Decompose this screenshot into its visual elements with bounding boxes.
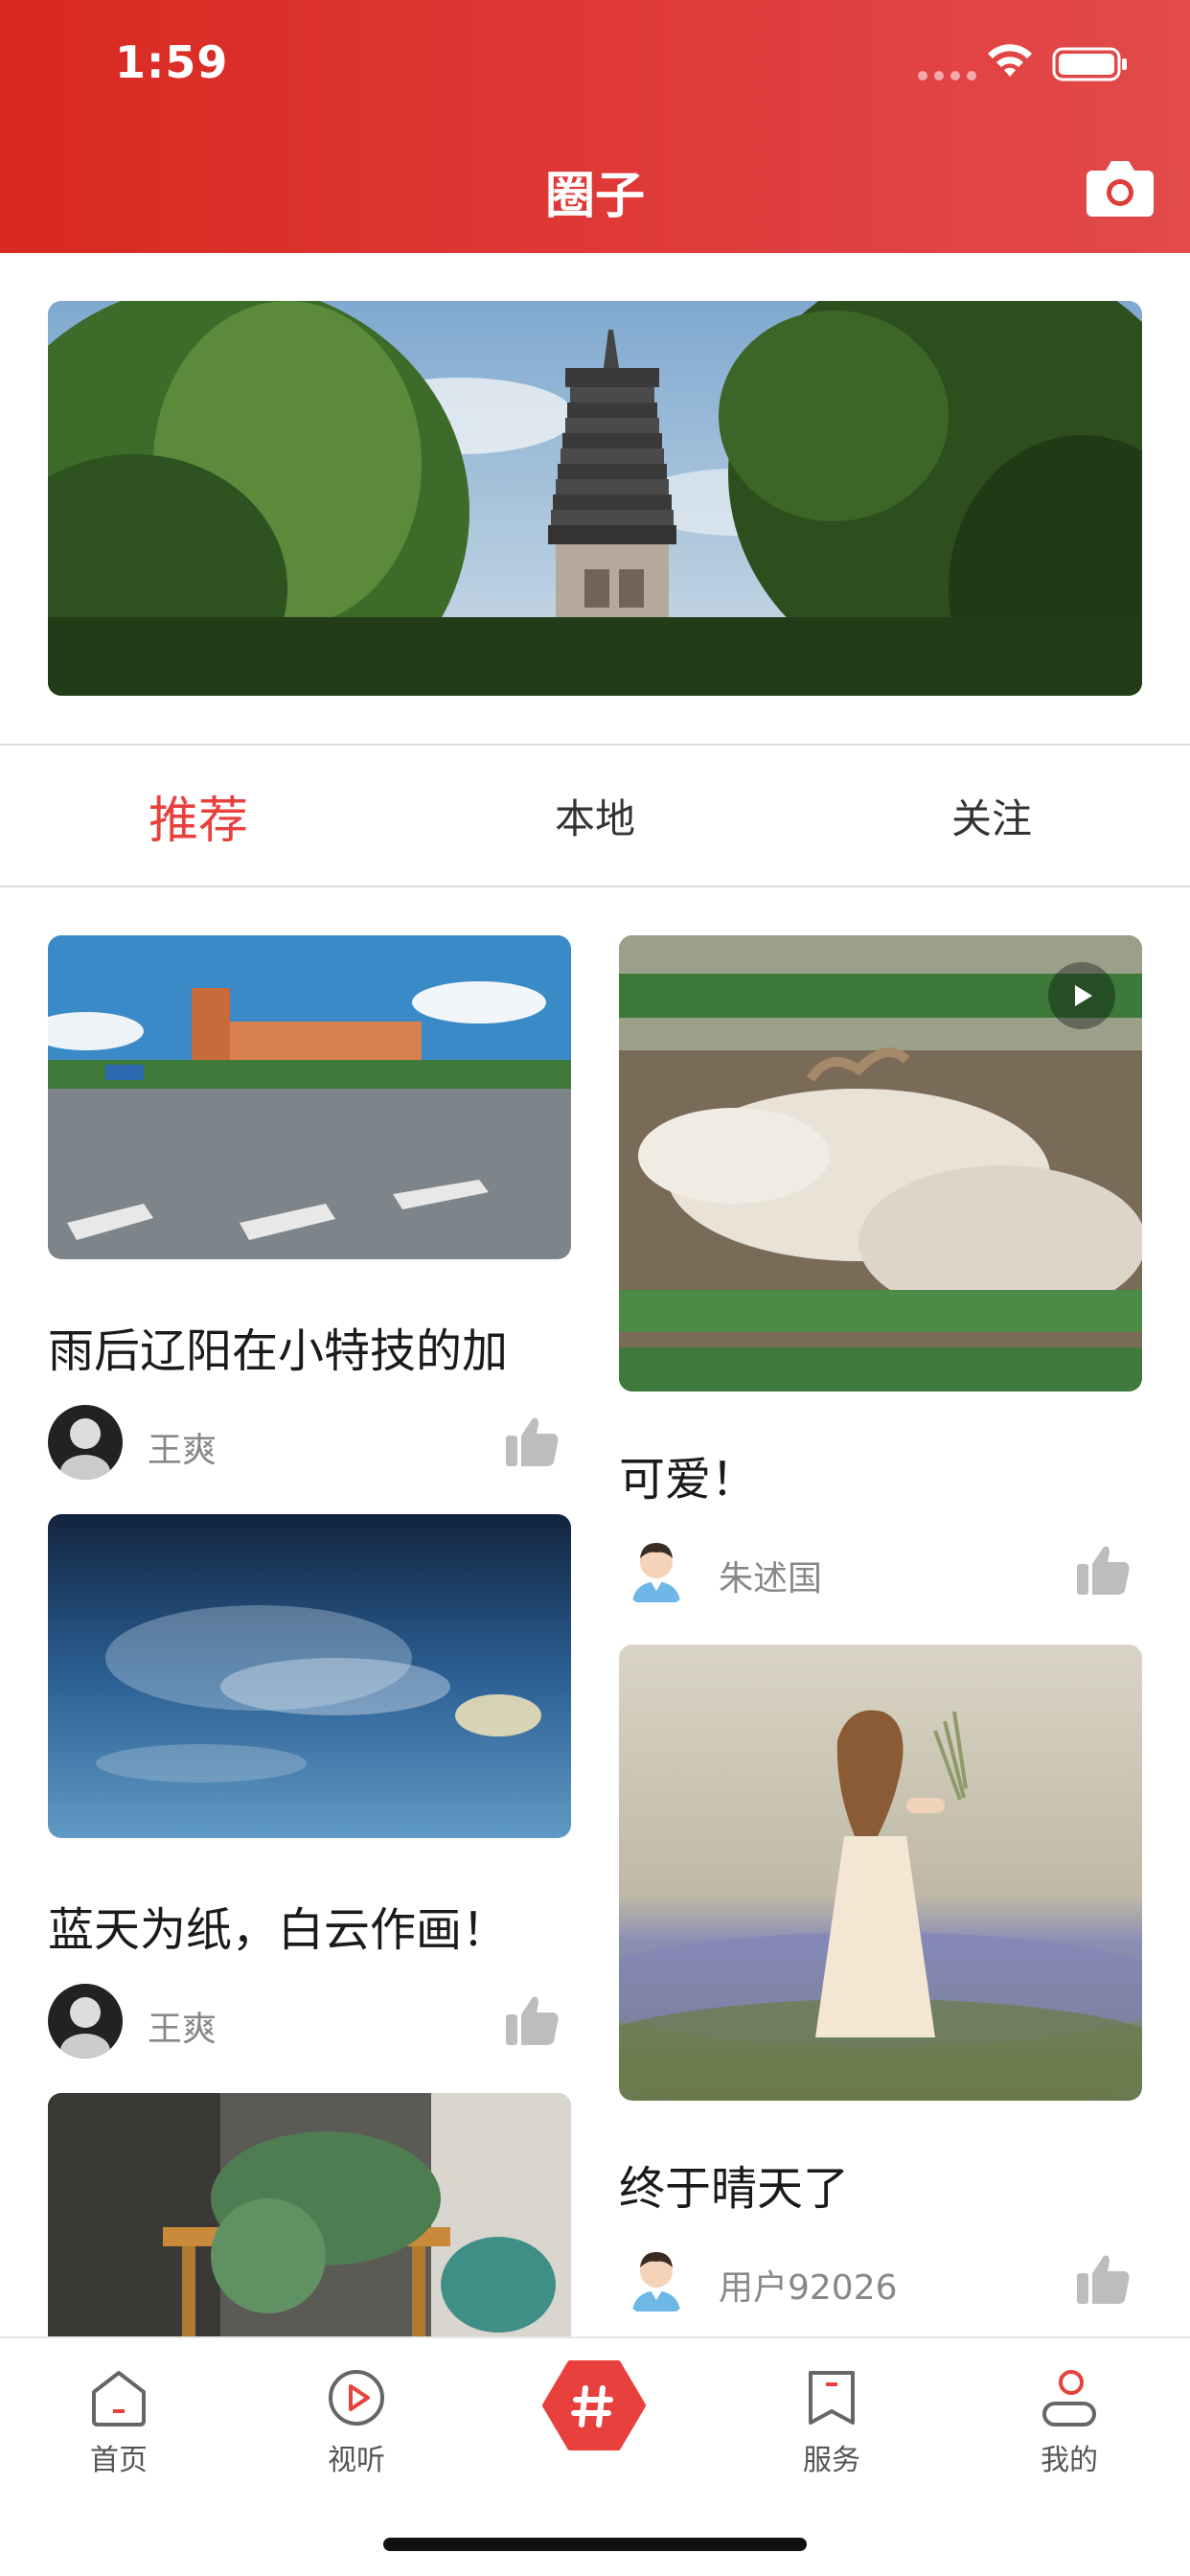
feed-card[interactable] [48,2093,571,2336]
post-image [619,1644,1142,2101]
feed-card[interactable]: 可爱！ 朱述国 [619,935,1142,1611]
post-title: 蓝天为纸，白云作画！ [48,1903,509,1957]
nav-profile[interactable]: 我的 [1002,2367,1136,2478]
app-header: 1:59 圈子 [0,0,1190,253]
post-image [48,2093,571,2336]
play-icon[interactable] [1048,962,1115,1029]
thumbs-up-icon[interactable] [504,1414,561,1468]
feed-card[interactable]: 雨后辽阳在小特技的加 王爽 [48,935,571,1482]
camera-icon[interactable] [1085,157,1156,218]
avatar[interactable] [619,2242,694,2317]
post-title: 可爱！ [619,1453,758,1506]
signal-icon [918,71,976,80]
nav-circle[interactable] [527,2358,661,2461]
author-name[interactable]: 用户92026 [719,2260,898,2310]
avatar[interactable] [48,1405,123,1480]
play-circle-icon [329,2370,384,2426]
battery-icon [1052,47,1127,81]
post-title: 雨后辽阳在小特技的加 [48,1324,509,1378]
nav-label: 视听 [328,2444,385,2477]
tab-local[interactable]: 本地 [397,787,793,845]
user-icon [1042,2370,1096,2426]
thumbs-up-icon[interactable] [504,1993,561,2047]
author-name[interactable]: 王爽 [148,2001,217,2051]
banner-image[interactable] [48,301,1142,696]
status-time: 1:59 [115,36,229,88]
hashtag-icon [542,2360,646,2450]
nav-media[interactable]: 视听 [289,2367,423,2478]
nav-label: 首页 [90,2444,148,2477]
feed-card[interactable]: 蓝天为纸，白云作画！ 王爽 [48,1514,571,2060]
tab-bar: 推荐 本地 关注 [0,744,1190,887]
nav-home[interactable]: 首页 [52,2367,186,2478]
bookmark-icon [809,2371,855,2425]
avatar[interactable] [619,1533,694,1608]
post-image [48,935,571,1259]
nav-service[interactable]: 服务 [765,2367,899,2478]
post-title: 终于晴天了 [619,2162,850,2216]
page-title: 圈子 [544,168,645,225]
nav-label: 服务 [803,2444,860,2477]
post-image [48,1514,571,1838]
tab-recommend[interactable]: 推荐 [0,780,397,852]
nav-label: 我的 [1041,2444,1098,2477]
wifi-icon [988,44,1032,77]
avatar[interactable] [48,1984,123,2058]
author-name[interactable]: 朱述国 [719,1551,822,1600]
post-video [619,935,1142,1392]
thumbs-up-icon[interactable] [1075,1543,1133,1597]
pagoda-photo [48,301,1142,696]
tab-follow[interactable]: 关注 [793,787,1190,845]
feed-card[interactable]: 终于晴天了 用户92026 [619,1644,1142,2336]
home-icon [92,2371,146,2426]
author-name[interactable]: 王爽 [148,1422,217,1472]
thumbs-up-icon[interactable] [1075,2252,1133,2306]
home-indicator [383,2538,807,2551]
